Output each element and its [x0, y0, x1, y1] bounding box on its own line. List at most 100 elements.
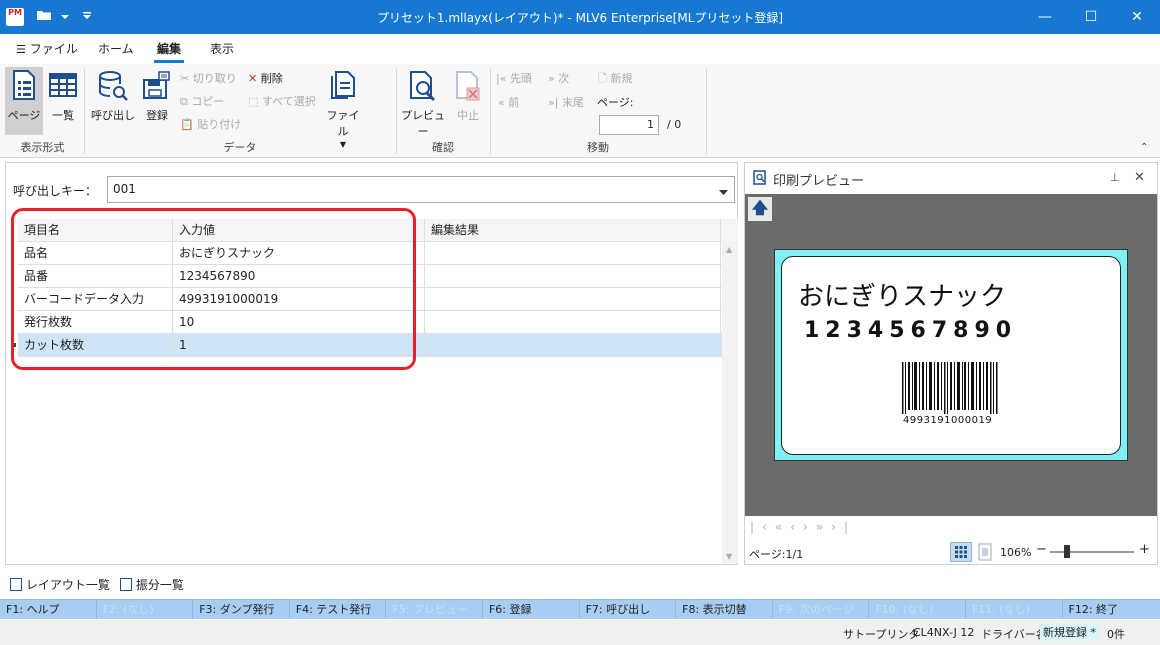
nav-prev-fast-icon[interactable]: «	[775, 520, 790, 534]
new-page-icon: 🗋	[598, 72, 607, 85]
preview-label: プレビュー	[401, 109, 445, 138]
call-button[interactable]: 呼び出し	[90, 67, 136, 123]
fkey-f4[interactable]: F4: テスト発行	[290, 600, 387, 619]
zoom-slider-thumb[interactable]	[1064, 545, 1070, 558]
register-button[interactable]: 登録	[140, 67, 174, 123]
title-bar: PM プリセット1.mllayx(レイアウト)* - MLV6 Enterpri…	[0, 0, 1160, 34]
cut-button[interactable]: ✂ 切り取り	[180, 70, 237, 86]
preview-icon	[753, 170, 767, 188]
single-page-icon[interactable]	[977, 543, 993, 564]
group-move-label: 移動	[587, 141, 609, 154]
fkey-f8[interactable]: F8: 表示切替	[676, 600, 773, 619]
page-view-label: ページ	[7, 109, 41, 122]
prev-button[interactable]: « 前	[498, 94, 519, 110]
copy-button[interactable]: ⧉ コピー	[180, 93, 224, 109]
fkey-f12[interactable]: F12: 終了	[1063, 600, 1160, 619]
zoom-level: 106%	[1000, 546, 1032, 559]
pin-icon[interactable]: ⊥	[1110, 171, 1120, 184]
printer-model: CL4NX-J 12	[913, 626, 975, 639]
driver-label: ドライバー名	[981, 628, 1047, 641]
window-title: プリセット1.mllayx(レイアウト)* - MLV6 Enterprise[…	[376, 11, 784, 25]
grid-view-icon[interactable]	[950, 542, 972, 562]
zoom-in-icon[interactable]: +	[1139, 542, 1150, 557]
layout-list-icon	[10, 578, 22, 591]
close-button[interactable]: ✕	[1114, 0, 1160, 34]
fkey-f10[interactable]: F10: (なし)	[869, 600, 966, 619]
row-result-cell	[425, 334, 721, 356]
zoom-out-icon[interactable]: −	[1036, 542, 1047, 557]
last-button[interactable]: »| 末尾	[548, 94, 584, 110]
delete-button[interactable]: ✕ 削除	[248, 70, 283, 86]
next-icon: »	[548, 72, 555, 85]
minimize-button[interactable]: —	[1022, 0, 1068, 34]
scroll-down-icon[interactable]: ▼	[726, 552, 732, 561]
fkey-f7[interactable]: F7: 呼び出し	[580, 600, 677, 619]
preview-button[interactable]: プレビュー	[400, 67, 446, 139]
group-confirm-label: 確認	[432, 141, 454, 154]
grid-scrollbar[interactable]: ▲ ▼	[722, 241, 738, 563]
select-all-icon: ⬚	[248, 95, 259, 108]
scroll-up-icon[interactable]: ▲	[726, 245, 732, 254]
tab-file[interactable]: ☰ ファイル	[16, 40, 78, 57]
row-result-cell	[425, 311, 721, 333]
maximize-button[interactable]: ☐	[1068, 0, 1114, 34]
nav-first-icon[interactable]: |‹	[750, 520, 775, 534]
arrow-up-icon[interactable]: 🡅	[748, 197, 772, 221]
call-key-combo[interactable]: 001	[107, 176, 735, 203]
new-button[interactable]: 🗋 新規	[598, 70, 632, 89]
first-label: 先頭	[509, 72, 532, 85]
ribbon-separator	[490, 68, 491, 154]
next-label: 次	[558, 72, 570, 85]
page-icon	[13, 70, 35, 100]
collapse-ribbon-icon[interactable]: ⌃	[1140, 142, 1148, 153]
preview-icon	[410, 71, 436, 102]
ribbon-separator	[706, 68, 707, 154]
distribution-list-icon	[120, 578, 132, 591]
fkey-f11[interactable]: F11: (なし)	[966, 600, 1063, 619]
table-icon	[49, 73, 77, 97]
preview-title: 印刷プレビュー	[773, 174, 865, 189]
close-pane-icon[interactable]: ✕	[1134, 170, 1145, 185]
paste-button[interactable]: 📋 貼り付け	[180, 116, 241, 132]
list-view-button[interactable]: 一覧	[46, 67, 80, 123]
page-number-input[interactable]: 1	[599, 115, 659, 135]
fkey-f1[interactable]: F1: ヘルプ	[0, 600, 97, 619]
group-data-label: データ	[223, 141, 257, 154]
call-label: 呼び出し	[91, 109, 135, 122]
last-label: 末尾	[561, 96, 584, 109]
cut-label: 切り取り	[192, 72, 237, 85]
fkey-f2[interactable]: F2: (なし)	[97, 600, 194, 619]
next-button[interactable]: » 次	[548, 70, 569, 86]
list-icon: ☰	[16, 43, 26, 56]
select-all-button[interactable]: ⬚ すべて選択	[248, 93, 316, 109]
tab-home[interactable]: ホーム	[98, 40, 134, 57]
tab-layout-list[interactable]: レイアウト一覧	[10, 576, 110, 593]
nav-next-fast-icon[interactable]: »	[816, 520, 831, 534]
tab-view[interactable]: 表示	[210, 40, 234, 57]
nav-prev-icon[interactable]: ‹	[790, 520, 803, 534]
file-stack-icon	[331, 71, 355, 99]
tab-distribution-list[interactable]: 振分一覧	[120, 576, 184, 593]
barcode-text: 4993191000019	[903, 415, 993, 426]
stop-button[interactable]: 中止	[450, 67, 486, 123]
tab-edit[interactable]: 編集	[157, 40, 181, 57]
prev-icon: «	[498, 96, 505, 109]
stop-label: 中止	[457, 109, 479, 122]
fkey-f6[interactable]: F6: 登録	[483, 600, 580, 619]
group-display-label: 表示形式	[20, 141, 65, 154]
page-view-button[interactable]: ページ	[5, 67, 43, 135]
list-view-label: 一覧	[52, 109, 74, 122]
file-dropdown-button[interactable]: ファイル ▼	[322, 67, 364, 149]
column-header-result: 編集結果	[425, 219, 721, 241]
fkey-f3[interactable]: F3: ダンプ発行	[193, 600, 290, 619]
first-button[interactable]: |« 先頭	[496, 70, 532, 86]
zoom-slider[interactable]	[1050, 551, 1134, 553]
fkey-f5[interactable]: F5: プレビュー	[386, 600, 483, 619]
nav-next-icon[interactable]: ›	[803, 520, 816, 534]
delete-icon: ✕	[248, 72, 258, 85]
ribbon: ページ 一覧 表示形式 呼び出し 登録 ✂ 切り取り ⧉ コピー 📋 貼り付け …	[0, 64, 1160, 158]
fkey-f9[interactable]: F9: 次のページ	[773, 600, 870, 619]
delete-label: 削除	[260, 72, 283, 85]
select-all-label: すべて選択	[261, 95, 316, 108]
nav-last-icon[interactable]: ›|	[831, 520, 856, 534]
